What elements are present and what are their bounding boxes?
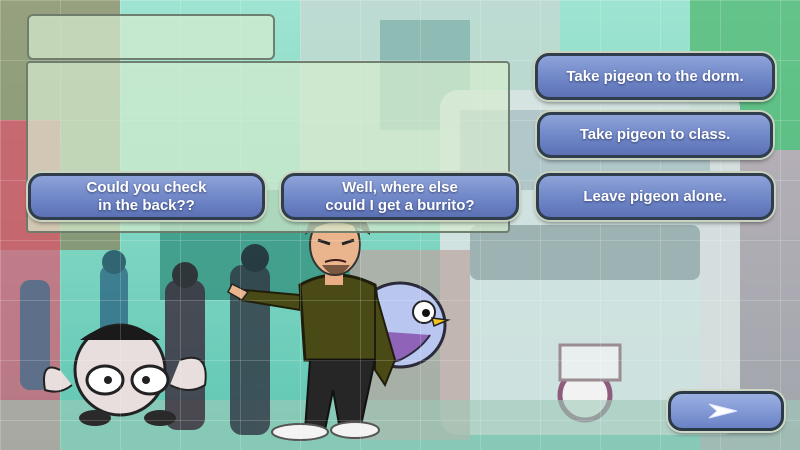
game-scene: Take pigeon to the dorm. Take pigeon to … [0,0,800,450]
arrow-right-icon [708,403,738,419]
choice-check-back-button[interactable]: Could you check in the back?? [28,173,265,220]
choice-leave-pigeon-button[interactable]: Leave pigeon alone. [536,173,774,220]
choice-burrito-button[interactable]: Well, where else could I get a burrito? [281,173,519,220]
choice-take-pigeon-dorm-button[interactable]: Take pigeon to the dorm. [535,53,775,100]
next-button[interactable] [668,391,784,431]
choice-take-pigeon-class-button[interactable]: Take pigeon to class. [537,112,773,158]
speaker-name-box [27,14,275,60]
